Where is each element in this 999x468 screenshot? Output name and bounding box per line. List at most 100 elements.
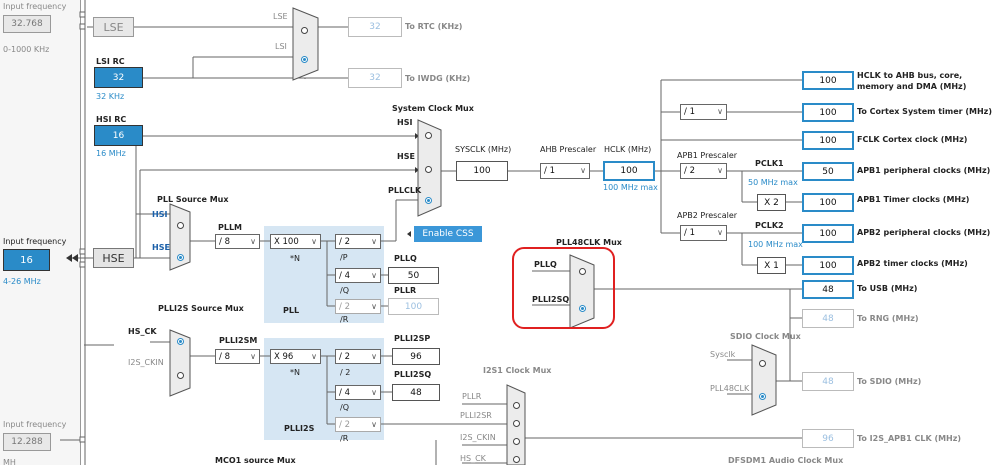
i2s1-mux-pllr-radio[interactable] [513, 402, 520, 409]
sdio-output-label: To SDIO (MHz) [857, 377, 922, 386]
hsi-rc-title: HSI RC [96, 115, 127, 124]
pll-source-mux-title: PLL Source Mux [157, 195, 229, 204]
iwdg-output-label: To IWDG (KHz) [405, 74, 471, 83]
pll-source-hse-radio[interactable] [177, 254, 184, 261]
pll-name: PLL [283, 306, 300, 315]
plli2sp-value-field[interactable]: 96 [392, 348, 440, 365]
sdio-mux-pll48clk-radio[interactable] [759, 393, 766, 400]
sysclk-mux-hsi-label: HSI [397, 118, 413, 127]
sdio-mux-sysclk-radio[interactable] [759, 360, 766, 367]
pll-p-dropdown[interactable]: / 2 ∨ [335, 234, 381, 249]
i2s1-mux-hs-ck-radio[interactable] [513, 456, 520, 463]
pllq-value-field[interactable]: 50 [388, 267, 439, 284]
rtc-output-label: To RTC (KHz) [405, 22, 463, 31]
fclk-output-field[interactable]: 100 [802, 131, 854, 150]
rtc-mux-lse-label: LSE [273, 12, 288, 21]
lse-source-block[interactable]: LSE [93, 17, 134, 37]
apb1-prescaler-label: APB1 Prescaler [677, 151, 738, 160]
apb1-timer-multiplier: X 2 [757, 194, 786, 211]
i2s-apb1-output-field[interactable]: 96 [802, 429, 854, 448]
i2s1-mux-plli2sr-label: PLLI2SR [460, 411, 492, 420]
plli2s-r-dropdown[interactable]: / 2 ∨ [335, 417, 381, 432]
sysclk-mux-hsi-radio[interactable] [425, 132, 432, 139]
plli2s-q-value: / 4 [339, 387, 350, 398]
pll-n-dropdown[interactable]: X 100 ∨ [270, 234, 321, 249]
rtc-mux-lsi-label: LSI [275, 42, 287, 51]
apb1-prescaler-dropdown[interactable]: / 2 ∨ [680, 163, 727, 179]
chevron-down-icon: ∨ [371, 271, 377, 280]
pll-p-label: /P [340, 253, 348, 262]
plli2s-name: PLLI2S [284, 424, 315, 433]
sysclk-value-field[interactable]: 100 [456, 161, 508, 181]
chevron-down-icon: ∨ [250, 352, 256, 361]
cortex-timer-output-field[interactable]: 100 [802, 103, 854, 122]
chevron-down-icon: ∨ [311, 237, 317, 246]
sysclk-mux-hse-label: HSE [397, 152, 415, 161]
apb1-timer-output-label: APB1 Timer clocks (MHz) [857, 195, 970, 204]
sysclk-mux-hse-radio[interactable] [425, 166, 432, 173]
chevron-down-icon: ∨ [371, 302, 377, 311]
plli2sp-label: PLLI2SP [394, 334, 431, 343]
chevron-down-icon: ∨ [371, 352, 377, 361]
hclk-ahb-output-label: HCLK to AHB bus, core, memory and DMA (M… [857, 71, 967, 91]
hclk-label: HCLK (MHz) [604, 145, 652, 154]
pclk2-max-label: 100 MHz max [748, 240, 803, 249]
plli2s-source-mux-title: PLLI2S Source Mux [158, 304, 244, 313]
plli2s-r-label: /R [340, 434, 349, 443]
plli2s-source-hs-ck-radio[interactable] [177, 338, 184, 345]
usb-output-field[interactable]: 48 [802, 280, 854, 299]
rtc-frequency-field[interactable]: 32 [348, 17, 402, 37]
pll-n-label: *N [290, 254, 300, 263]
plli2s-source-i2s-ckin-radio[interactable] [177, 372, 184, 379]
pll-source-hsi-radio[interactable] [177, 222, 184, 229]
chevron-down-icon: ∨ [311, 352, 317, 361]
pll-r-dropdown[interactable]: / 2 ∨ [335, 299, 381, 314]
plli2sm-dropdown[interactable]: / 8 ∨ [215, 349, 260, 364]
plli2s-n-dropdown[interactable]: X 96 ∨ [270, 349, 321, 364]
hse-source-block[interactable]: HSE [93, 248, 134, 268]
apb1-timer-output-field[interactable]: 100 [802, 193, 854, 212]
apb2-peripheral-output-field[interactable]: 100 [802, 224, 854, 243]
sdio-mux-title: SDIO Clock Mux [730, 332, 801, 341]
i2s-apb1-output-label: To I2S_APB1 CLK (MHz) [857, 434, 962, 443]
cortex-timer-divider-dropdown[interactable]: / 1 ∨ [680, 104, 727, 120]
i2s1-mux-plli2sr-radio[interactable] [513, 420, 520, 427]
cortex-timer-output-label: To Cortex System timer (MHz) [857, 107, 992, 116]
apb2-prescaler-dropdown[interactable]: / 1 ∨ [680, 225, 727, 241]
pclk1-max-label: 50 MHz max [748, 178, 798, 187]
plli2s-p-dropdown[interactable]: / 2 ∨ [335, 349, 381, 364]
plli2sm-value: / 8 [219, 351, 230, 362]
sysclk-mux-pllclk-radio[interactable] [425, 197, 432, 204]
ahb-prescaler-dropdown[interactable]: / 1 ∨ [540, 163, 590, 179]
pll-n-value: X 100 [274, 236, 299, 247]
hsi-rc-frequency: 16 MHz [96, 149, 126, 158]
hclk-value-field[interactable]: 100 [603, 161, 655, 181]
pllr-value-field[interactable]: 100 [388, 298, 439, 315]
apb2-timer-multiplier: X 1 [757, 257, 786, 274]
pll-q-dropdown[interactable]: / 4 ∨ [335, 268, 381, 283]
plli2s-q-dropdown[interactable]: / 4 ∨ [335, 385, 381, 400]
i2s1-mux-i2s-ckin-radio[interactable] [513, 438, 520, 445]
plli2s-p-label: / 2 [340, 368, 351, 377]
hclk-ahb-output-field[interactable]: 100 [802, 71, 854, 90]
plli2sq-value-field[interactable]: 48 [392, 384, 440, 401]
apb2-timer-output-field[interactable]: 100 [802, 256, 854, 275]
apb1-prescaler-value: / 2 [684, 166, 695, 176]
pllm-dropdown[interactable]: / 8 ∨ [215, 234, 260, 249]
sdio-mux-pll48clk-label: PLL48CLK [710, 384, 750, 393]
rtc-mux-lse-radio[interactable] [301, 27, 308, 34]
iwdg-frequency-field[interactable]: 32 [348, 68, 402, 88]
enable-css-button[interactable]: Enable CSS [414, 226, 482, 242]
chevron-down-icon: ∨ [371, 237, 377, 246]
rng-output-field[interactable]: 48 [802, 309, 854, 328]
pll-q-value: / 4 [339, 270, 350, 281]
apb1-peripheral-output-field[interactable]: 50 [802, 162, 854, 181]
hsi-rc-value: 16 [94, 125, 143, 146]
plli2s-n-value: X 96 [274, 351, 294, 362]
rtc-mux-lsi-radio[interactable] [301, 56, 308, 63]
pllm-label: PLLM [218, 223, 243, 232]
sdio-output-field[interactable]: 48 [802, 372, 854, 391]
plli2s-n-label: *N [290, 368, 300, 377]
pllm-value: / 8 [219, 236, 230, 247]
fclk-output-label: FCLK Cortex clock (MHz) [857, 135, 968, 144]
